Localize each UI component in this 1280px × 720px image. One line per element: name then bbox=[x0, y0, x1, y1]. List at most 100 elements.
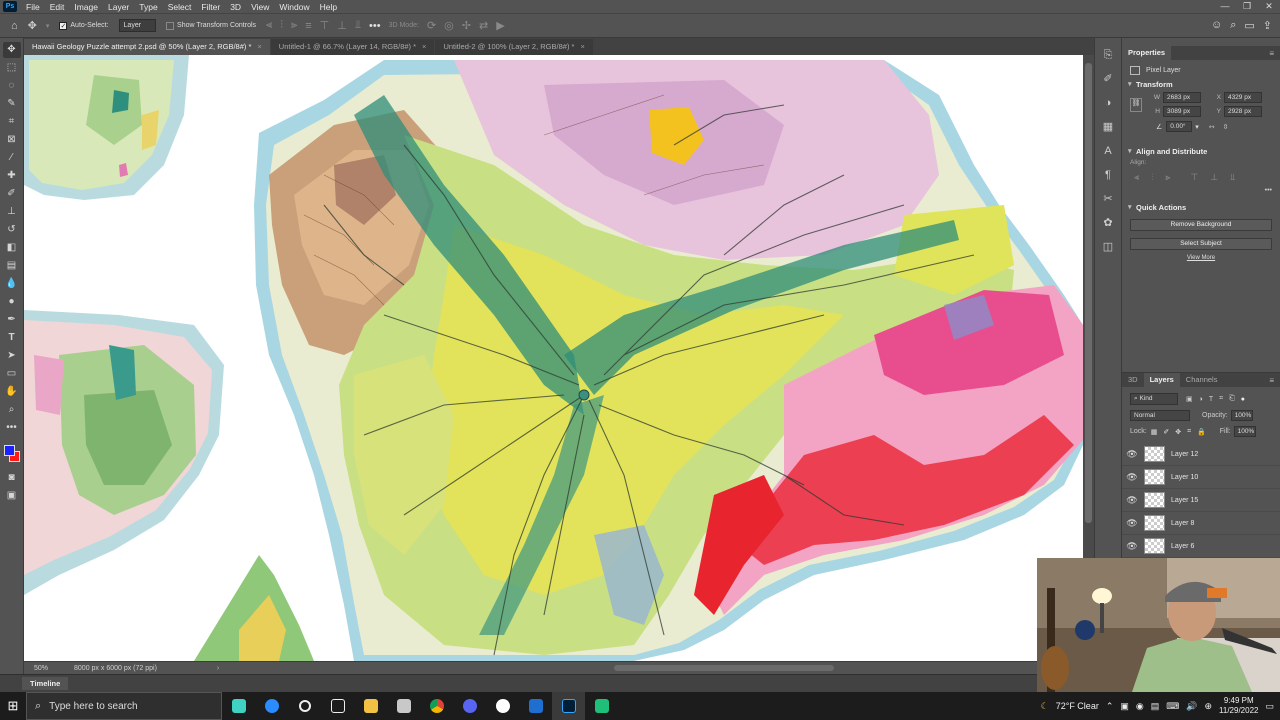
align-right-icon[interactable]: ⫸ bbox=[291, 19, 297, 32]
notifications-icon[interactable]: ▭ bbox=[1265, 701, 1274, 712]
panel-menu-icon[interactable]: ≡ bbox=[1269, 376, 1274, 385]
menu-window[interactable]: Window bbox=[274, 2, 314, 12]
volume-icon[interactable]: 🔊 bbox=[1186, 701, 1197, 712]
align-center-icon[interactable]: ⫶ bbox=[280, 19, 283, 32]
path-selection-tool-icon[interactable]: ➤ bbox=[3, 348, 21, 364]
document-info[interactable]: 8000 px x 6000 px (72 ppi) bbox=[74, 665, 157, 672]
layer-row[interactable]: 👁 Layer 8 bbox=[1122, 512, 1280, 535]
pan-3d-icon[interactable]: ✢ bbox=[462, 19, 471, 32]
menu-edit[interactable]: Edit bbox=[45, 2, 70, 12]
brush-settings-icon[interactable]: ✐ bbox=[1103, 70, 1112, 88]
taskbar-app-5[interactable] bbox=[519, 692, 552, 720]
select-subject-button[interactable]: Select Subject bbox=[1130, 238, 1272, 250]
layer-row[interactable]: 👁 Layer 15 bbox=[1122, 489, 1280, 512]
screen-mode-icon[interactable]: ▣ bbox=[3, 488, 21, 504]
weather-label[interactable]: 72°F Clear bbox=[1056, 701, 1099, 711]
share-icon[interactable]: ☺ bbox=[1211, 19, 1222, 32]
align-left-icon[interactable]: ⫷ bbox=[266, 19, 272, 32]
paragraph-icon[interactable]: ¶ bbox=[1105, 166, 1111, 184]
tray-app-icon[interactable]: ▣ bbox=[1120, 701, 1129, 712]
discord-button[interactable] bbox=[453, 692, 486, 720]
align-top-edges-icon[interactable]: ⊤ bbox=[1190, 172, 1198, 183]
lock-artboard-icon[interactable]: ⌗ bbox=[1187, 428, 1191, 436]
lock-all-icon[interactable]: 🔒 bbox=[1197, 428, 1206, 436]
tab-untitled-2[interactable]: Untitled-2 @ 100% (Layer 2, RGB/8#) * × bbox=[435, 39, 593, 55]
chevron-down-icon[interactable]: ▾ bbox=[46, 22, 50, 30]
tools-preset-icon[interactable]: ✂ bbox=[1103, 190, 1112, 208]
cortana-button[interactable] bbox=[288, 692, 321, 720]
adjustments-icon[interactable]: ◑ bbox=[1105, 94, 1112, 112]
tab-properties[interactable]: Properties bbox=[1122, 46, 1172, 60]
width-field[interactable]: 2683 px bbox=[1163, 92, 1201, 103]
close-icon[interactable]: ✕ bbox=[1258, 1, 1280, 12]
link-dimensions-icon[interactable]: ⛓ bbox=[1130, 97, 1142, 112]
windows-start-icon[interactable]: ⊞ bbox=[0, 698, 26, 714]
show-transform-controls-checkbox[interactable]: Show Transform Controls bbox=[166, 21, 256, 30]
edit-toolbar-icon[interactable]: ••• bbox=[3, 420, 21, 436]
shape-tool-icon[interactable]: ▭ bbox=[3, 366, 21, 382]
lock-position-icon[interactable]: ✥ bbox=[1175, 428, 1181, 436]
healing-brush-tool-icon[interactable]: ✚ bbox=[3, 168, 21, 184]
close-tab-icon[interactable]: × bbox=[257, 42, 261, 51]
tab-hawaii-geology[interactable]: Hawaii Geology Puzzle attempt 2.psd @ 50… bbox=[24, 39, 270, 55]
menu-image[interactable]: Image bbox=[69, 2, 103, 12]
lock-image-icon[interactable]: ✐ bbox=[1163, 428, 1169, 436]
visibility-eye-icon[interactable]: 👁 bbox=[1122, 518, 1142, 529]
view-more-link[interactable]: View More bbox=[1122, 255, 1280, 261]
menu-select[interactable]: Select bbox=[163, 2, 197, 12]
auto-select-target-dropdown[interactable]: Layer bbox=[118, 19, 157, 32]
chrome-button[interactable] bbox=[420, 692, 453, 720]
filter-adjustment-icon[interactable]: ◑ bbox=[1199, 396, 1203, 403]
tab-untitled-1[interactable]: Untitled-1 @ 66.7% (Layer 14, RGB/8#) * × bbox=[270, 39, 435, 55]
home-icon[interactable]: ⌂ bbox=[11, 20, 18, 32]
document-canvas[interactable] bbox=[24, 55, 1083, 661]
brush-tool-icon[interactable]: ✐ bbox=[3, 186, 21, 202]
auto-select-checkbox[interactable]: ✓ Auto-Select: bbox=[59, 21, 109, 30]
workspace-icon[interactable]: ▭ bbox=[1244, 19, 1254, 32]
eyedropper-tool-icon[interactable]: ⁄ bbox=[3, 150, 21, 166]
share-export-icon[interactable]: ⇪ bbox=[1263, 19, 1272, 32]
taskbar-app-4[interactable] bbox=[486, 692, 519, 720]
visibility-eye-icon[interactable]: 👁 bbox=[1122, 449, 1142, 460]
align-bottom-edges-icon[interactable]: ⫫ bbox=[1230, 172, 1235, 183]
transform-section[interactable]: Transform bbox=[1122, 75, 1280, 92]
align-vertical-centers-icon[interactable]: ⊥ bbox=[1210, 172, 1218, 183]
close-tab-icon[interactable]: × bbox=[580, 42, 584, 51]
distribute-icon[interactable]: ≡ bbox=[305, 20, 311, 32]
layer-row[interactable]: 👁 Layer 12 bbox=[1122, 443, 1280, 466]
taskbar-app-2[interactable] bbox=[255, 692, 288, 720]
dodge-tool-icon[interactable]: ● bbox=[3, 294, 21, 310]
x-field[interactable]: 4329 px bbox=[1223, 92, 1262, 103]
history-brush-tool-icon[interactable]: ↺ bbox=[3, 222, 21, 238]
menu-view[interactable]: View bbox=[246, 2, 274, 12]
video-camera-icon[interactable]: ▶ bbox=[496, 19, 504, 32]
libraries-icon[interactable]: ▦ bbox=[1103, 118, 1113, 136]
more-options-icon[interactable]: ••• bbox=[369, 20, 381, 32]
roll-3d-icon[interactable]: ◎ bbox=[444, 19, 454, 32]
clone-stamp-tool-icon[interactable]: ⊥ bbox=[3, 204, 21, 220]
pen-tool-icon[interactable]: ✒ bbox=[3, 312, 21, 328]
move-tool-icon[interactable]: ✥ bbox=[28, 19, 37, 32]
remove-background-button[interactable]: Remove Background bbox=[1130, 219, 1272, 231]
restore-icon[interactable]: ❐ bbox=[1236, 1, 1258, 12]
type-tool-icon[interactable]: T bbox=[3, 330, 21, 346]
orbit-3d-icon[interactable]: ⟳ bbox=[427, 19, 436, 32]
filter-type-icon[interactable]: T bbox=[1209, 396, 1213, 403]
quick-actions-section[interactable]: Quick Actions bbox=[1122, 198, 1280, 215]
system-clock[interactable]: 9:49 PM 11/29/2022 bbox=[1219, 696, 1258, 716]
filter-shape-icon[interactable]: ⌗ bbox=[1219, 395, 1223, 403]
quick-select-tool-icon[interactable]: ✎ bbox=[3, 96, 21, 112]
move-tool-icon[interactable]: ✥ bbox=[2, 42, 21, 58]
tray-app-icon[interactable]: ◉ bbox=[1136, 701, 1144, 712]
align-horizontal-centers-icon[interactable]: ⫶ bbox=[1151, 172, 1153, 183]
character-icon[interactable]: A bbox=[1104, 142, 1111, 160]
menu-filter[interactable]: Filter bbox=[196, 2, 225, 12]
lasso-tool-icon[interactable]: ◌ bbox=[3, 78, 21, 94]
search-icon[interactable]: ⌕ bbox=[1230, 19, 1236, 32]
photoshop-taskbar-button[interactable] bbox=[552, 692, 585, 720]
hand-tool-icon[interactable]: ✋ bbox=[3, 384, 21, 400]
layer-row[interactable]: 👁 Layer 6 bbox=[1122, 535, 1280, 558]
zoom-tool-icon[interactable]: ⌕ bbox=[3, 402, 21, 418]
chevron-right-icon[interactable]: › bbox=[217, 665, 219, 672]
taskbar-app-1[interactable] bbox=[222, 692, 255, 720]
